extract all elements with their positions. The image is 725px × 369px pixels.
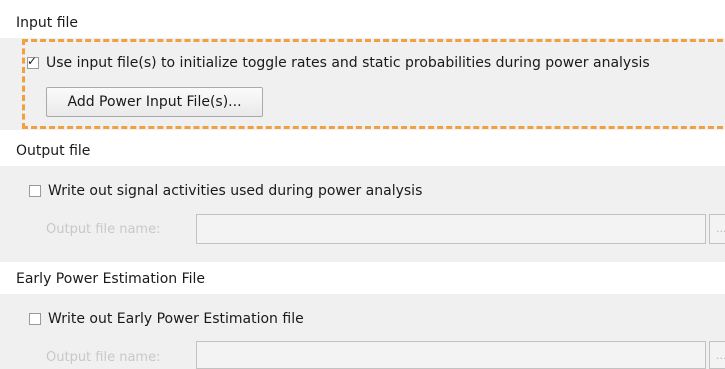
early-power-estimation-header: Early Power Estimation File — [0, 264, 725, 294]
checkmark-icon: ✓ — [27, 54, 38, 68]
input-file-header: Input file — [0, 8, 725, 38]
output-file-browse-button[interactable]: ... — [709, 214, 725, 244]
output-file-name-input[interactable] — [196, 214, 706, 244]
output-file-header: Output file — [0, 136, 725, 166]
output-file-name-label: Output file name: — [46, 222, 161, 237]
early-output-file-name-input[interactable] — [196, 341, 706, 369]
write-signal-activities-option[interactable]: Write out signal activities used during … — [29, 180, 422, 202]
use-input-file-label: Use input file(s) to initialize toggle r… — [46, 55, 650, 71]
write-early-power-option[interactable]: Write out Early Power Estimation file — [29, 308, 304, 330]
write-signal-activities-label: Write out signal activities used during … — [48, 183, 423, 199]
use-input-file-option[interactable]: ✓ Use input file(s) to initialize toggle… — [27, 52, 650, 74]
early-output-file-browse-button[interactable]: ... — [709, 341, 725, 369]
write-signal-activities-checkbox[interactable] — [29, 185, 41, 197]
early-output-file-name-label: Output file name: — [46, 350, 161, 365]
write-early-power-checkbox[interactable] — [29, 313, 41, 325]
power-analysis-file-settings: Input file ✓ Use input file(s) to initia… — [0, 0, 725, 369]
add-power-input-files-button[interactable]: Add Power Input File(s)... — [46, 87, 263, 117]
write-early-power-label: Write out Early Power Estimation file — [48, 311, 304, 327]
use-input-file-checkbox[interactable]: ✓ — [27, 54, 39, 69]
